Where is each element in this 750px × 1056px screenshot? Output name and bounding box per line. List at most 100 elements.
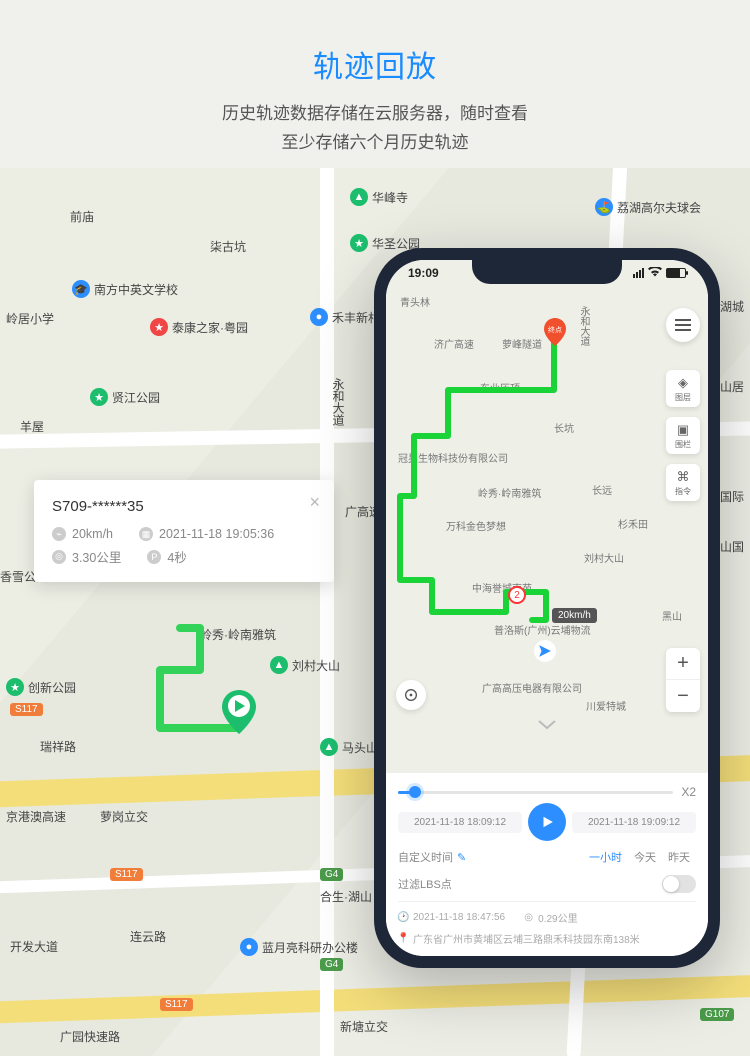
hero-sub2: 至少存储六个月历史轨迹 <box>20 129 730 158</box>
play-button[interactable] <box>528 803 566 841</box>
map-poi: 广园快速路 <box>60 1028 120 1045</box>
range-today[interactable]: 今天 <box>634 849 656 865</box>
fence-icon: ▣ <box>674 421 692 439</box>
highway-tag: G107 <box>700 1008 734 1021</box>
map-label: 杉禾田 <box>618 516 648 531</box>
map-label: 济广高速 <box>434 336 474 351</box>
playback-slider[interactable] <box>398 791 673 794</box>
calendar-icon: ▦ <box>139 527 153 541</box>
map-label: 青头林 <box>400 294 430 309</box>
map-poi: 岭居小学 <box>6 310 54 327</box>
map-poi: ▲华峰寺 <box>350 188 408 206</box>
map-poi: ▲马头山 <box>320 738 378 756</box>
phone-mockup: 19:09 青头林 永和大道 济广高速 萝峰隧道 东业历顶 冠昊生物科技份有限公… <box>374 248 720 968</box>
map-label: 万科金色梦想 <box>446 518 506 533</box>
map-label: 岭秀·岭南雅筑 <box>478 485 541 500</box>
highway-tag: S117 <box>10 703 43 716</box>
locate-button[interactable] <box>396 680 426 710</box>
end-time-chip[interactable]: 2021-11-18 19:09:12 <box>572 812 696 833</box>
footer-time: 🕑2021-11-18 18:47:56 <box>398 910 505 925</box>
fence-button[interactable]: ▣围栏 <box>666 417 700 454</box>
device-id: S709-******35 <box>52 498 316 515</box>
map-label: 刘村大山 <box>584 550 624 565</box>
crosshair-icon <box>403 687 419 703</box>
gauge-icon: ⌁ <box>52 527 66 541</box>
menu-button[interactable] <box>666 308 700 342</box>
map-poi: ★贤江公园 <box>90 388 160 406</box>
status-time: 19:09 <box>408 266 439 280</box>
zoom-in-button[interactable]: + <box>666 648 700 680</box>
playback-panel: X2 2021-11-18 18:09:12 2021-11-18 19:09:… <box>386 772 708 956</box>
parking-icon: P <box>147 550 161 564</box>
map-poi: 连云路 <box>130 928 166 945</box>
odometer-icon: ◎ <box>52 550 66 564</box>
map-label: 长坑 <box>554 420 574 435</box>
tt-stop: P4秒 <box>147 547 186 566</box>
custom-time-button[interactable]: 自定义时间✎ <box>398 849 466 865</box>
play-icon <box>540 815 554 829</box>
zoom-out-button[interactable]: − <box>666 680 700 712</box>
command-button[interactable]: ⌘指令 <box>666 464 700 501</box>
start-time-chip[interactable]: 2021-11-18 18:09:12 <box>398 812 522 833</box>
edit-icon: ✎ <box>457 851 466 864</box>
numbered-marker: 2 <box>508 586 526 604</box>
map-poi: 羊屋 <box>20 418 44 435</box>
end-pin-icon: 终点 <box>544 318 566 346</box>
signal-icon <box>633 268 644 278</box>
tt-time: ▦2021-11-18 19:05:36 <box>139 527 274 541</box>
hero-title: 轨迹回放 <box>20 42 730 86</box>
hero-sub1: 历史轨迹数据存储在云服务器，随时查看 <box>20 100 730 129</box>
collapse-handle[interactable] <box>532 718 562 732</box>
location-icon: 📍 <box>398 933 409 944</box>
highway-tag: G4 <box>320 958 343 971</box>
map-poi: ⛳荔湖高尔夫球会 <box>595 198 701 216</box>
track-tooltip: × S709-******35 ⌁20km/h ▦2021-11-18 19:0… <box>34 480 334 582</box>
current-position-icon <box>534 640 556 662</box>
clock-icon: 🕑 <box>398 912 409 923</box>
map-poi: 柒古坑 <box>210 238 246 255</box>
map-poi: 岭秀·岭南雅筑 <box>200 626 276 643</box>
range-hour[interactable]: 一小时 <box>589 849 622 865</box>
map-label: 黑山 <box>662 608 682 623</box>
range-yesterday[interactable]: 昨天 <box>668 849 690 865</box>
map-label: 东业历顶 <box>480 380 520 395</box>
map-poi: 🎓南方中英文学校 <box>72 280 178 298</box>
map-side-tools: ◈图层 ▣围栏 ⌘指令 <box>666 370 700 501</box>
map-poi: 合生·湖山 <box>320 888 372 905</box>
tt-dist: ◎3.30公里 <box>52 547 121 566</box>
close-icon[interactable]: × <box>309 492 320 513</box>
playback-speed[interactable]: X2 <box>681 785 696 799</box>
map-label: 萝峰隧道 <box>502 336 542 351</box>
map-label: 永和大道 <box>576 306 591 346</box>
footer-distance: ◎0.29公里 <box>523 910 577 925</box>
map-poi: ★创新公园 <box>6 678 76 696</box>
map-label: 广高高压电器有限公司 <box>482 680 582 695</box>
zoom-control: + − <box>666 648 700 712</box>
map-label: 冠昊生物科技份有限公司 <box>398 450 508 465</box>
map-poi: 萝岗立交 <box>100 808 148 825</box>
footer-address: 📍广东省广州市黄埔区云埔三路鼎禾科技园东南138米 <box>398 931 696 946</box>
lbs-toggle[interactable] <box>662 875 696 893</box>
phone-notch <box>472 260 622 284</box>
map-poi: 开发大道 <box>10 938 58 955</box>
map-poi: ▲刘村大山 <box>270 656 340 674</box>
map-poi: ●禾丰新村 <box>310 308 380 326</box>
command-icon: ⌘ <box>674 468 692 486</box>
svg-text:终点: 终点 <box>548 325 562 334</box>
map-poi: ★泰康之家·粤园 <box>150 318 248 336</box>
map-poi: 永和大道 <box>330 378 347 426</box>
tt-speed: ⌁20km/h <box>52 527 113 541</box>
layers-button[interactable]: ◈图层 <box>666 370 700 407</box>
play-pin-icon <box>222 690 256 734</box>
lbs-filter-label: 过滤LBS点 <box>398 876 452 892</box>
map-label: 川爱特城 <box>586 698 626 713</box>
wifi-icon <box>648 266 662 280</box>
map-poi: 前庙 <box>70 208 94 225</box>
battery-icon <box>666 268 686 278</box>
map-poi: 新塘立交 <box>340 1018 388 1035</box>
highway-tag: S117 <box>110 868 143 881</box>
highway-tag: S117 <box>160 998 193 1011</box>
map-poi: 京港澳高速 <box>6 808 66 825</box>
highway-tag: G4 <box>320 868 343 881</box>
layers-icon: ◈ <box>674 374 692 392</box>
